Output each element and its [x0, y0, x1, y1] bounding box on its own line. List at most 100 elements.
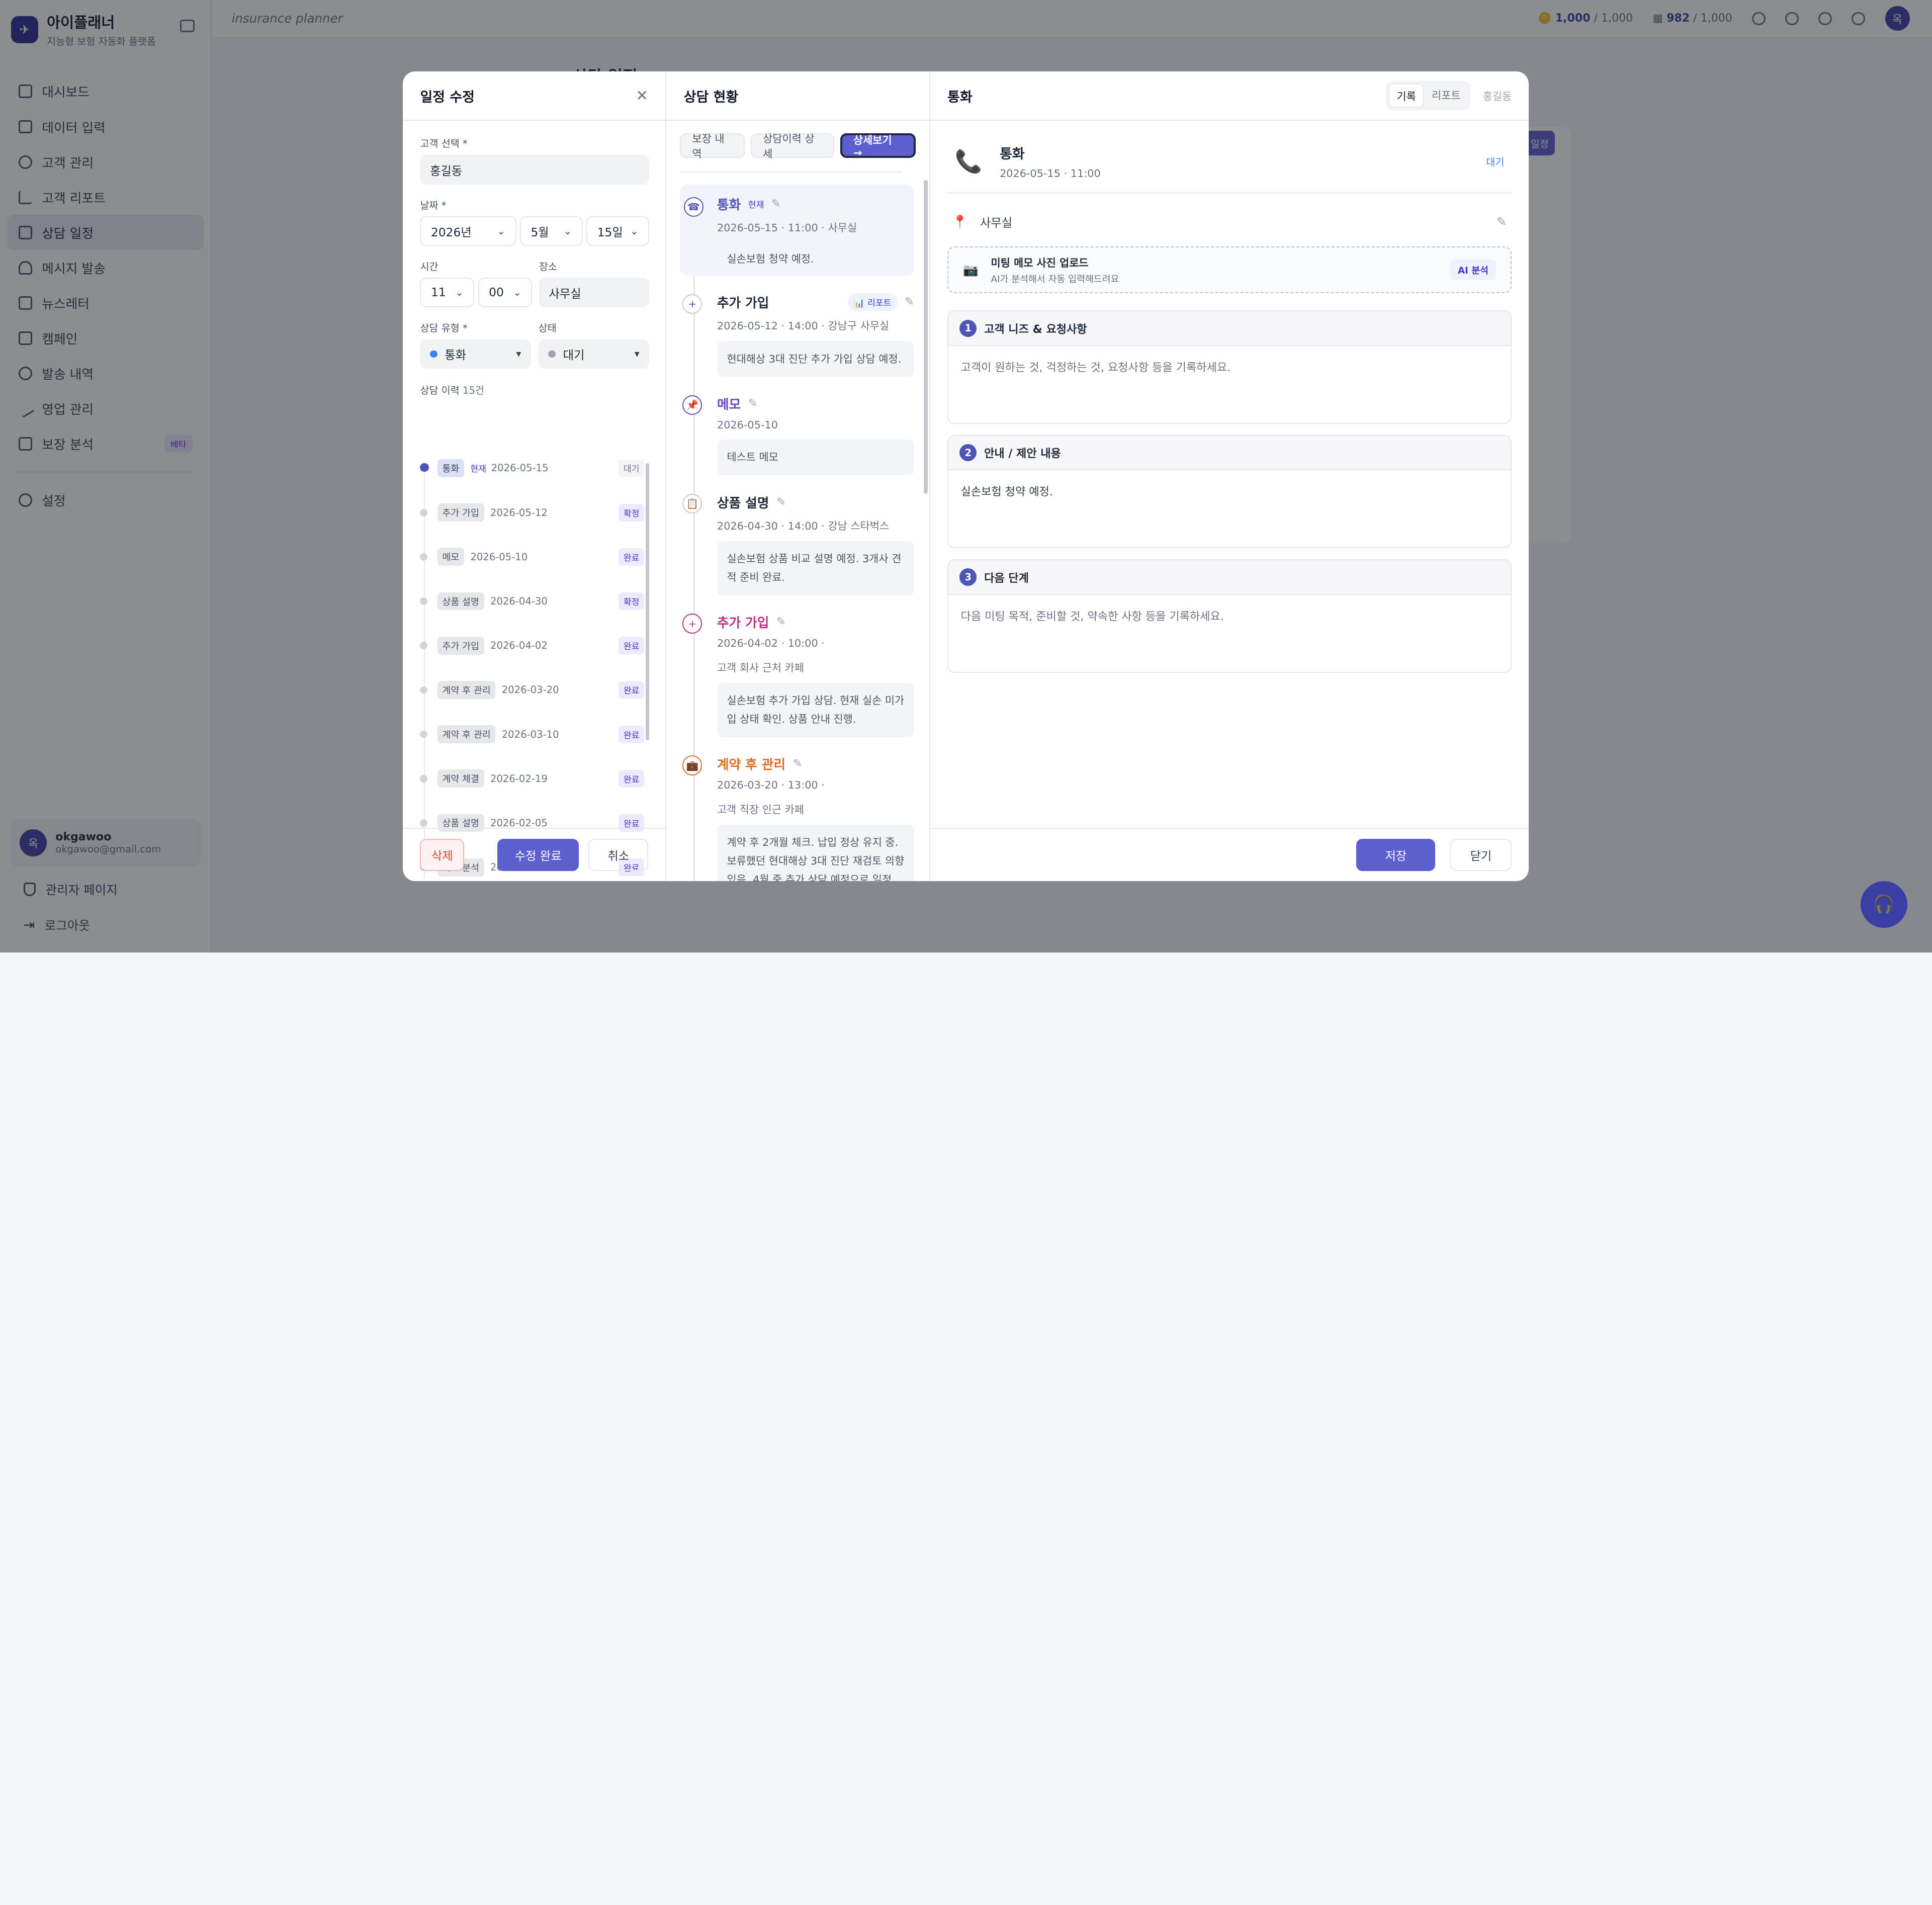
history-item[interactable]: 통화 현재 2026-05-15 대기	[420, 446, 645, 490]
edit-icon: ✎	[748, 397, 758, 410]
headset-icon[interactable]: 🎧	[1860, 881, 1907, 928]
camera-icon: 📷	[963, 263, 979, 278]
divider	[947, 192, 1512, 194]
history-item[interactable]: 추가 가입 2026-04-02 완료	[420, 624, 645, 668]
year-select[interactable]: 2026년 ⌄	[420, 216, 516, 246]
clipboard-icon: 📋	[682, 493, 702, 514]
edit-form: 고객 선택 * 홍길동 날짜 * 2026년 ⌄ 5월 ⌄ 15일 ⌄ 시간 11 ⌄ …	[420, 135, 650, 397]
edit-panel: 일정 수정 ✕ 고객 선택 * 홍길동 날짜 * 2026년 ⌄ 5월 ⌄ 15일 ⌄…	[403, 71, 667, 881]
edit-icon: ✎	[771, 198, 781, 211]
time-place-row: 시간 11 ⌄ 00 ⌄ 장소 사무실	[420, 258, 650, 308]
type-label: 상담 유형 *	[420, 322, 468, 334]
phone-icon: ☎	[683, 197, 704, 217]
chevron-down-icon: ⌄	[563, 225, 572, 237]
history-dot	[420, 463, 429, 472]
edit-icon[interactable]: ✎	[1497, 214, 1507, 229]
detail-panel-title: 통화	[947, 89, 973, 105]
tab-record[interactable]: 기록	[1388, 83, 1425, 108]
minute-select[interactable]: 00 ⌄	[478, 278, 533, 308]
chevron-down-icon: ▾	[634, 348, 640, 360]
timeline-event[interactable]: 📋 상품 설명 ✎ 2026-04-30 · 14:00 · 강남 스타벅스 실손…	[680, 493, 914, 595]
edit-icon: ✎	[776, 615, 786, 628]
record-report-toggle: 기록 리포트	[1385, 80, 1471, 111]
history-scrollbar[interactable]	[645, 463, 650, 741]
day-select[interactable]: 15일 ⌄	[586, 216, 650, 246]
place-label: 장소	[539, 261, 557, 273]
section-proposal: 2 안내 / 제안 내용 실손보험 청약 예정.	[947, 435, 1512, 549]
ai-analyze-button[interactable]: AI 분석	[1450, 259, 1496, 280]
hour-select[interactable]: 11 ⌄	[420, 278, 475, 308]
plus-icon: +	[682, 614, 702, 634]
next-steps-textarea[interactable]: 다음 미팅 목적, 준비할 것, 약속한 사항 등을 기록하세요.	[948, 595, 1511, 639]
customer-label: 고객 선택 *	[420, 138, 468, 150]
delete-button[interactable]: 삭제	[420, 839, 465, 871]
briefcase-icon: 💼	[682, 755, 702, 775]
tab-report[interactable]: 리포트	[1424, 83, 1468, 108]
location-pin-icon: 📍	[952, 214, 968, 229]
close-icon[interactable]: ✕	[636, 87, 649, 104]
type-color-dot	[430, 350, 437, 358]
history-item[interactable]: 추가 가입 2026-05-12 확정	[420, 490, 645, 535]
proposal-textarea[interactable]: 실손보험 청약 예정.	[948, 470, 1511, 514]
event-datetime: 2026-05-15 · 11:00	[999, 167, 1101, 180]
status-select[interactable]: 대기 ▾	[538, 339, 650, 369]
timeline-event[interactable]: + 추가 가입 ✎ 2026-04-02 · 10:00 · 고객 회사 근처 카…	[680, 613, 914, 737]
history-header: 상담 이력 15건	[420, 385, 484, 397]
type-status-row: 상담 유형 * 통화 ▾ 상태 대기 ▾	[420, 320, 650, 369]
section-next-steps: 3 다음 단계 다음 미팅 목적, 준비할 것, 약속한 사항 등을 기록하세요.	[947, 559, 1512, 673]
tab-coverage[interactable]: 보장 내역	[680, 133, 745, 160]
customer-name: 홍길동	[1482, 91, 1512, 103]
status-label: 상태	[538, 322, 557, 334]
chevron-down-icon: ⌄	[630, 225, 639, 237]
date-label: 날짜 *	[420, 199, 447, 211]
edit-panel-header: 일정 수정 ✕	[403, 71, 666, 121]
history-list: 통화 현재 2026-05-15 대기 추가 가입 2026-05-12 확정 메모 20…	[420, 446, 645, 881]
pin-icon: 📌	[682, 395, 702, 415]
status-color-dot	[548, 350, 556, 358]
timeline-event[interactable]: 💼 계약 후 관리 ✎ 2026-03-20 · 13:00 · 고객 직장 인근…	[680, 754, 914, 881]
status-tabs: 보장 내역 상담이력 상세 상세보기 →	[666, 121, 929, 170]
phone-icon: 📞	[954, 148, 983, 175]
history-item[interactable]: 계약 후 관리 2026-03-20 완료	[420, 668, 645, 712]
save-button[interactable]: 저장	[1356, 839, 1436, 871]
schedule-modal: 일정 수정 ✕ 고객 선택 * 홍길동 날짜 * 2026년 ⌄ 5월 ⌄ 15일 ⌄…	[403, 71, 1529, 881]
timeline-event[interactable]: ☎ 통화 현재 ✎ 2026-05-15 · 11:00 · 사무실 실손보험 청약…	[680, 185, 914, 276]
close-button[interactable]: 닫기	[1450, 839, 1512, 871]
event-summary: 📞 통화 2026-05-15 · 11:00	[955, 143, 1101, 180]
detail-panel-header: 통화 기록 리포트 홍길동	[930, 71, 1529, 121]
history-item[interactable]: 계약 체결 2026-02-19 완료	[420, 756, 645, 801]
chevron-down-icon: ⌄	[455, 287, 464, 299]
edit-panel-footer: 삭제 수정 완료 취소	[403, 828, 666, 881]
tab-history-detail[interactable]: 상담이력 상세	[751, 133, 834, 160]
timeline-event[interactable]: + 추가 가입 📊 리포트 ✎ 2026-05-12 · 14:00 · 강남구 사…	[680, 293, 914, 377]
event-title: 통화	[999, 146, 1025, 162]
chevron-down-icon: ⌄	[513, 287, 521, 299]
photo-upload-dropzone[interactable]: 📷 미팅 메모 사진 업로드 AI가 분석해서 자동 입력해드려요 AI 분석	[947, 246, 1512, 294]
cancel-button[interactable]: 취소	[588, 839, 649, 871]
month-select[interactable]: 5월 ⌄	[519, 216, 583, 246]
status-panel: 상담 현황 보장 내역 상담이력 상세 상세보기 → ☎ 통화 현재 ✎ 2026-…	[666, 71, 930, 881]
chevron-down-icon: ⌄	[497, 225, 505, 237]
timeline-event[interactable]: 📌 메모 ✎ 2026-05-10 테스트 메모	[680, 394, 914, 476]
history-item[interactable]: 계약 후 관리 2026-03-10 완료	[420, 712, 645, 756]
history-item[interactable]: 메모 2026-05-10 완료	[420, 535, 645, 579]
needs-textarea[interactable]: 고객이 원하는 것, 걱정하는 것, 요청사항 등을 기록하세요.	[948, 346, 1511, 390]
submit-button[interactable]: 수정 완료	[497, 839, 579, 871]
tab-detail-view[interactable]: 상세보기 →	[840, 133, 916, 159]
detail-panel: 통화 기록 리포트 홍길동 📞 통화 2026-05-15 · 11:00 대기…	[930, 71, 1529, 881]
customer-select[interactable]: 홍길동	[420, 155, 650, 185]
status-timeline: ☎ 통화 현재 ✎ 2026-05-15 · 11:00 · 사무실 실손보험 청약…	[680, 185, 914, 881]
divider	[680, 171, 902, 172]
plus-icon: +	[682, 294, 702, 314]
type-select[interactable]: 통화 ▾	[420, 339, 531, 369]
edit-icon: ✎	[905, 296, 914, 309]
timeline-scrollbar[interactable]	[924, 180, 928, 494]
date-row: 2026년 ⌄ 5월 ⌄ 15일 ⌄	[420, 216, 650, 246]
history-item[interactable]: 상품 설명 2026-04-30 확정	[420, 579, 645, 623]
place-input[interactable]: 사무실	[539, 278, 650, 308]
edit-panel-title: 일정 수정	[420, 89, 475, 105]
edit-icon: ✎	[793, 757, 803, 770]
section-needs: 1 고객 니즈 & 요청사항 고객이 원하는 것, 걱정하는 것, 요청사항 등을…	[947, 310, 1512, 424]
status-badge: 대기	[1486, 156, 1505, 168]
page: ✈ 아이플래너 지능형 보험 자동화 플랫폼 대시보드 데이터 입력 고객 관리…	[0, 0, 1932, 952]
